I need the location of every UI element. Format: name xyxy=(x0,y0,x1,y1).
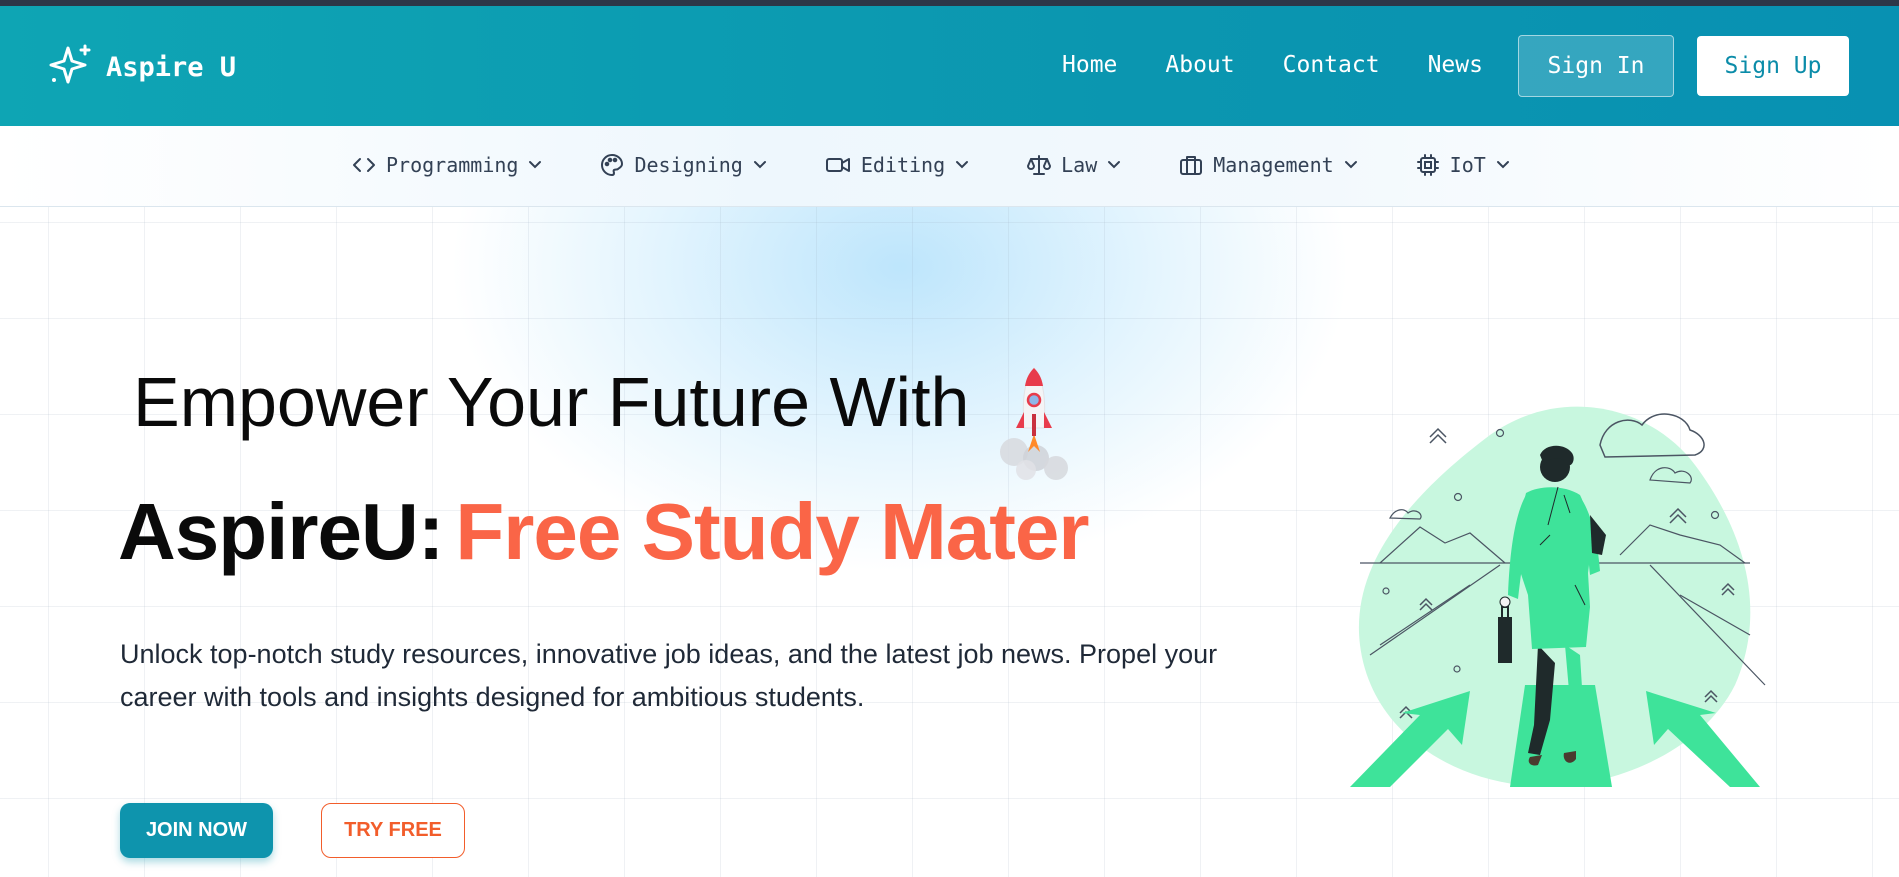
hero-brand-text: AspireU: xyxy=(118,487,444,576)
chevron-down-icon xyxy=(1107,160,1121,170)
hero-description: Unlock top-notch study resources, innova… xyxy=(120,639,1218,712)
category-editing[interactable]: Editing xyxy=(825,153,969,177)
main-nav: Home About Contact News xyxy=(1062,52,1483,78)
sparkle-icon xyxy=(48,42,94,92)
scale-icon xyxy=(1027,153,1052,177)
category-programming[interactable]: Programming xyxy=(352,153,542,177)
chevron-down-icon xyxy=(753,160,767,170)
category-label: Law xyxy=(1061,153,1098,177)
nav-about[interactable]: About xyxy=(1165,52,1234,78)
code-icon xyxy=(352,155,376,175)
try-free-button[interactable]: TRY FREE xyxy=(321,803,465,858)
hero-heading-line2: AspireU: Free Study Mater xyxy=(118,486,1089,578)
category-label: Editing xyxy=(860,153,946,177)
category-label: Management xyxy=(1213,153,1334,177)
hero-illustration xyxy=(1350,395,1770,799)
chevron-down-icon xyxy=(528,160,542,170)
sign-up-button[interactable]: Sign Up xyxy=(1697,36,1849,96)
video-icon xyxy=(825,155,851,175)
nav-news[interactable]: News xyxy=(1428,52,1483,78)
category-law[interactable]: Law xyxy=(1027,153,1121,177)
brand-name: Aspire U xyxy=(106,51,237,83)
category-label: Designing xyxy=(634,153,743,177)
chevron-down-icon xyxy=(955,160,969,170)
chevron-down-icon xyxy=(1344,160,1358,170)
nav-contact[interactable]: Contact xyxy=(1283,52,1380,78)
category-designing[interactable]: Designing xyxy=(600,153,766,177)
hero-highlight-text: Free Study Mater xyxy=(455,487,1089,576)
nav-home[interactable]: Home xyxy=(1062,52,1117,78)
category-iot[interactable]: IoT xyxy=(1416,153,1510,177)
chevron-down-icon xyxy=(1496,160,1510,170)
chip-icon xyxy=(1416,153,1440,177)
brand-logo[interactable]: Aspire U xyxy=(48,42,236,92)
category-bar: Programming Designing Editing Law Manage… xyxy=(0,126,1899,207)
category-management[interactable]: Management xyxy=(1179,153,1357,177)
briefcase-icon xyxy=(1179,154,1203,176)
join-now-button[interactable]: JOIN NOW xyxy=(120,803,273,858)
category-label: IoT xyxy=(1449,153,1486,177)
hero-heading-line1: Empower Your Future With xyxy=(133,363,970,441)
sign-in-button[interactable]: Sign In xyxy=(1518,35,1674,97)
site-header: Aspire U Home About Contact News Sign In… xyxy=(0,6,1899,126)
palette-icon xyxy=(600,153,624,177)
category-label: Programming xyxy=(386,153,519,177)
rocket-icon xyxy=(992,366,1078,492)
